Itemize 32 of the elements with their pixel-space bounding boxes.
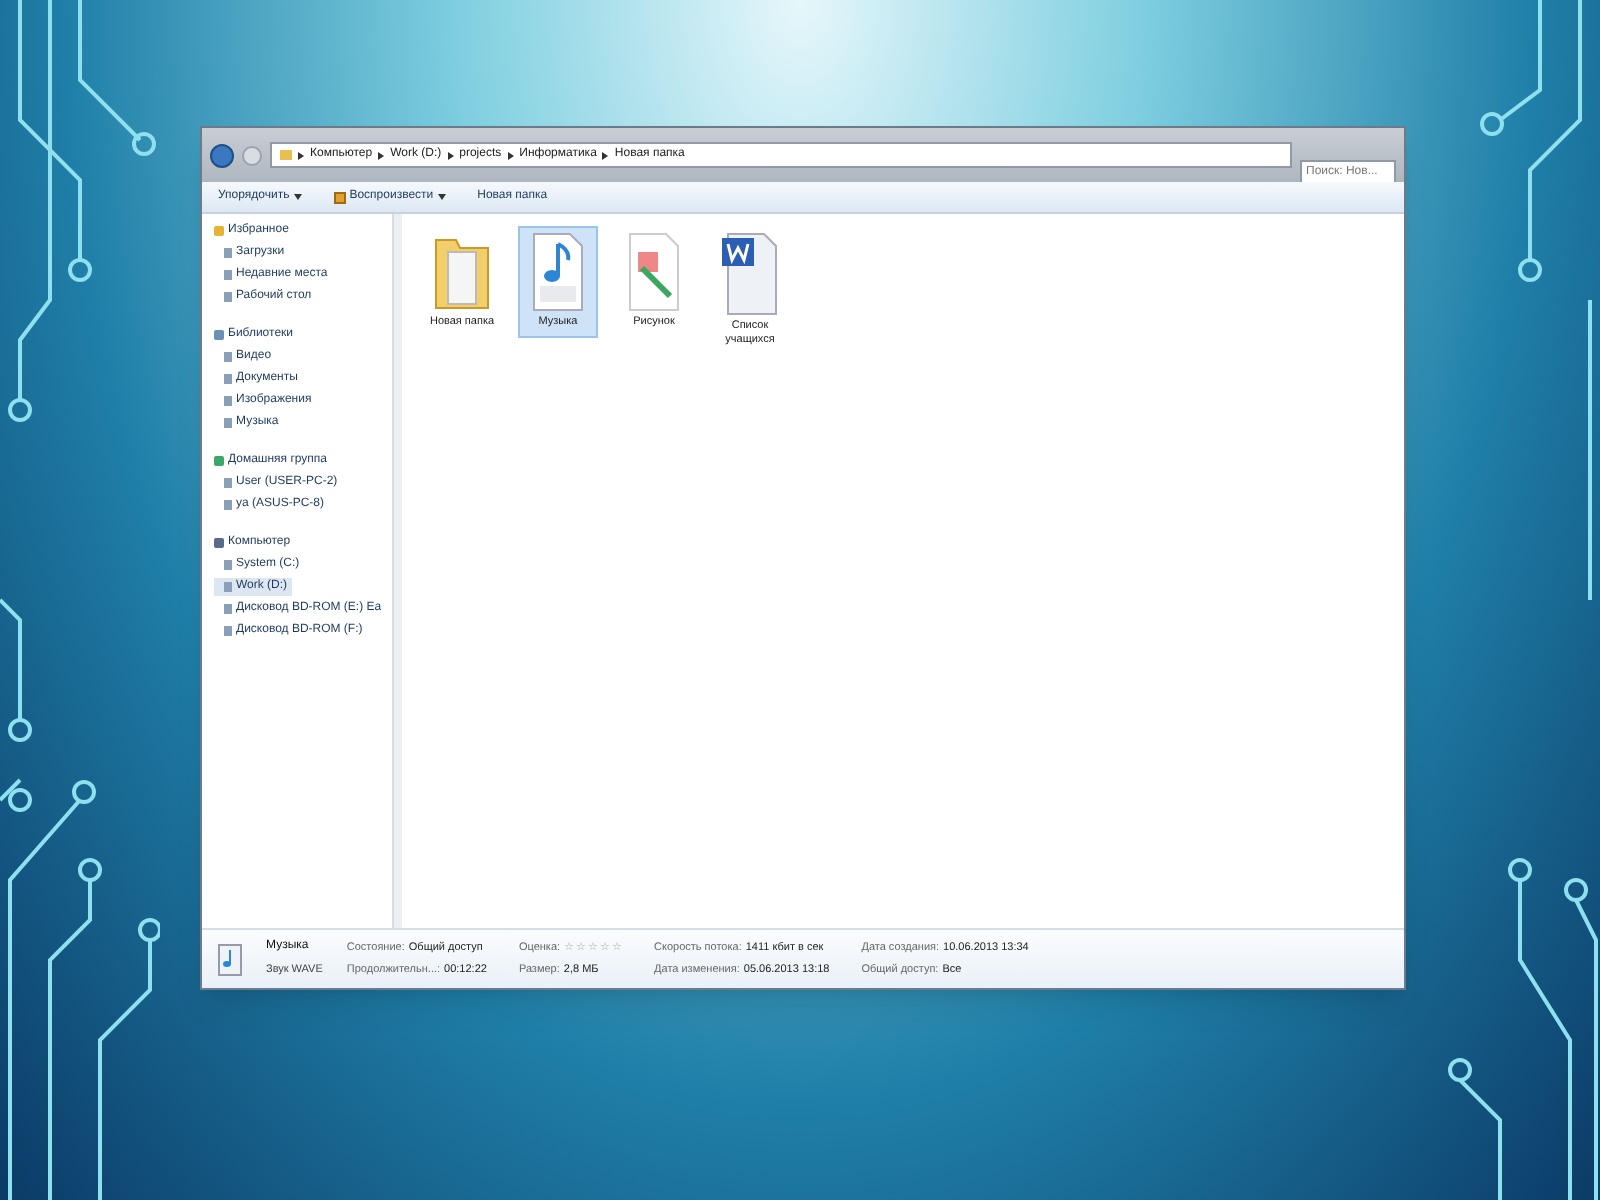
item-icon (224, 604, 232, 614)
item-icon (224, 500, 232, 510)
chevron-icon (447, 151, 454, 159)
item-icon (224, 248, 232, 258)
item-icon (224, 396, 232, 406)
document-file-icon (720, 232, 780, 316)
image-file-icon (626, 232, 682, 312)
item-icon (224, 292, 232, 302)
item-icon (224, 626, 232, 636)
audio-file-icon (218, 943, 242, 975)
forward-button[interactable] (242, 145, 262, 165)
item-icon (224, 582, 232, 592)
group-icon (214, 226, 224, 236)
caret-icon (293, 194, 302, 200)
chevron-icon (507, 151, 514, 159)
group-icon (214, 330, 224, 340)
item-icon (224, 560, 232, 570)
chevron-icon (378, 151, 385, 159)
chevron-icon (298, 151, 304, 159)
folder-icon (280, 150, 292, 160)
item-icon (224, 374, 232, 384)
item-icon (224, 418, 232, 428)
scrollbar[interactable] (394, 214, 402, 928)
audio-file-icon (530, 232, 586, 312)
item-icon (224, 352, 232, 362)
group-icon (214, 538, 224, 548)
group-icon (214, 456, 224, 466)
item-icon (224, 270, 232, 280)
caret-icon (437, 194, 446, 200)
item-icon (224, 478, 232, 488)
chevron-icon (602, 151, 609, 159)
back-button[interactable] (210, 143, 234, 167)
